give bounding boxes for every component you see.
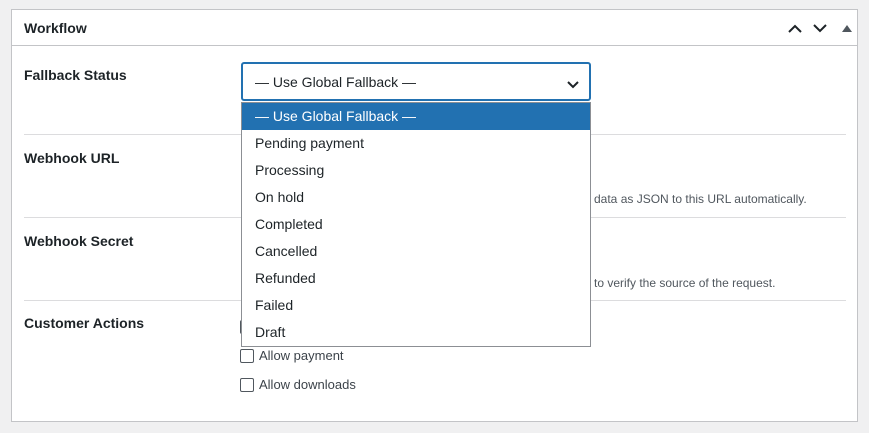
dropdown-option[interactable]: Draft	[242, 319, 590, 346]
allow-payment-label[interactable]: Allow payment	[259, 348, 344, 363]
fallback-status-dropdown: — Use Global Fallback — Pending payment …	[241, 102, 591, 347]
workflow-panel: Workflow Fallback Status Webhook URL dat…	[11, 9, 858, 422]
webhook-secret-description: to verify the source of the request.	[594, 276, 776, 290]
fallback-status-selected-value: — Use Global Fallback —	[255, 74, 417, 90]
panel-title: Workflow	[24, 20, 87, 36]
webhook-url-label: Webhook URL	[24, 150, 120, 166]
chevron-down-icon[interactable]	[810, 18, 830, 38]
triangle-up-icon[interactable]	[837, 18, 857, 38]
dropdown-option[interactable]: Pending payment	[242, 130, 590, 157]
dropdown-option[interactable]: — Use Global Fallback —	[242, 103, 590, 130]
webhook-url-description: data as JSON to this URL automatically.	[594, 192, 807, 206]
fallback-status-select[interactable]: — Use Global Fallback —	[241, 62, 591, 101]
allow-downloads-checkbox[interactable]	[240, 377, 254, 392]
allow-payment-option[interactable]: Allow payment	[240, 348, 344, 363]
fallback-status-label: Fallback Status	[24, 67, 127, 83]
allow-downloads-option[interactable]: Allow downloads	[240, 377, 356, 392]
webhook-secret-label: Webhook Secret	[24, 233, 134, 249]
dropdown-option[interactable]: Failed	[242, 292, 590, 319]
dropdown-option[interactable]: On hold	[242, 184, 590, 211]
dropdown-option[interactable]: Completed	[242, 211, 590, 238]
dropdown-option[interactable]: Refunded	[242, 265, 590, 292]
customer-actions-label: Customer Actions	[24, 315, 145, 331]
panel-header: Workflow	[12, 10, 857, 46]
allow-downloads-label[interactable]: Allow downloads	[259, 377, 356, 392]
dropdown-option[interactable]: Cancelled	[242, 238, 590, 265]
dropdown-option[interactable]: Processing	[242, 157, 590, 184]
chevron-down-icon	[567, 76, 579, 94]
allow-payment-checkbox[interactable]	[240, 348, 254, 363]
chevron-up-icon[interactable]	[785, 18, 805, 38]
